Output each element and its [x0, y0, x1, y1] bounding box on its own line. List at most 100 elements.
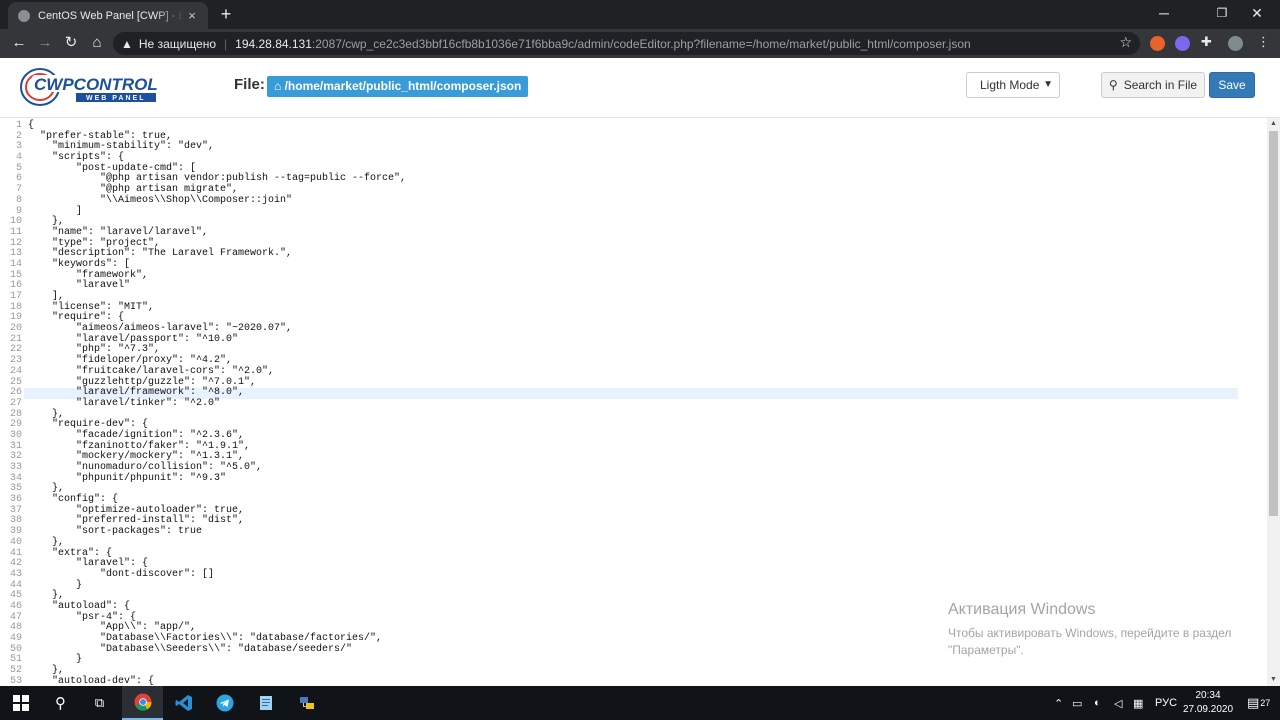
code-line[interactable]: "name": "laravel/laravel",: [28, 227, 1238, 239]
save-button[interactable]: Save: [1209, 72, 1255, 98]
avatar[interactable]: [1228, 36, 1243, 51]
taskbar-clock[interactable]: 20:34 27.09.2020: [1180, 689, 1236, 717]
code-line[interactable]: "description": "The Laravel Framework.",: [28, 249, 1238, 260]
clock-time: 20:34: [1195, 690, 1221, 701]
code-line[interactable]: "preferred-install": "dist",: [28, 516, 1238, 527]
code-line[interactable]: "laravel/tinker": "^2.0": [28, 398, 1238, 410]
editor-vertical-scrollbar[interactable]: ▲ ▼: [1267, 118, 1280, 686]
notification-count: 27: [1260, 698, 1271, 708]
close-window-icon[interactable]: ✕: [1234, 0, 1280, 29]
code-line[interactable]: "minimum-stability": "dev",: [28, 142, 1238, 153]
line-number-gutter: 1 2 3 4 5 6 7 8 9 10 11 12 13 14 15 16 17 18 19 20 21 22 23 24 2…: [0, 120, 22, 686]
task-view-icon[interactable]: ⧉: [79, 686, 120, 720]
code-line[interactable]: },: [28, 537, 1238, 549]
code-line[interactable]: "dont-discover": []: [28, 569, 1238, 581]
theme-mode-select[interactable]: Ligth Mode ▼: [966, 72, 1060, 98]
keyboard-icon[interactable]: ▦: [1133, 686, 1143, 720]
line-number: 27: [9, 397, 22, 409]
code-line[interactable]: "laravel/passport": "^10.0": [28, 334, 1238, 346]
chrome-icon[interactable]: [122, 686, 163, 720]
line-number: 8: [15, 194, 22, 206]
close-tab-icon[interactable]: ×: [184, 8, 200, 23]
telegram-icon[interactable]: [204, 686, 245, 720]
menu-icon[interactable]: ⋮: [1257, 34, 1272, 49]
code-line[interactable]: "extra": {: [28, 548, 1238, 560]
scrollbar-thumb[interactable]: [1269, 131, 1278, 516]
puzzle-icon[interactable]: ✚: [1201, 34, 1216, 49]
search-icon[interactable]: ⚲: [40, 686, 81, 720]
network-icon[interactable]: ▭: [1072, 686, 1082, 720]
code-line[interactable]: },: [28, 665, 1238, 677]
code-line[interactable]: "license": "MIT",: [28, 302, 1238, 314]
search-in-file-button[interactable]: ⚲ Search in File: [1101, 72, 1205, 98]
line-number: 43: [9, 568, 22, 580]
extension-icon[interactable]: [1150, 36, 1165, 51]
search-icon: ⚲: [1108, 78, 1118, 92]
url-path: :2087/cwp_ce2c3ed3bbf16cfb8b1036e71f6bba…: [311, 36, 971, 51]
code-line[interactable]: "phpunit/phpunit": "^9.3": [28, 473, 1238, 485]
file-path-badge: ⌂ /home/market/public_html/composer.json: [267, 76, 529, 97]
clock-date: 27.09.2020: [1182, 704, 1234, 715]
tray-app-icon[interactable]: ◐: [1094, 686, 1101, 720]
volume-icon[interactable]: ◁: [1114, 686, 1122, 720]
notifications-icon[interactable]: ▤ 27: [1247, 686, 1270, 720]
windows-taskbar: ⚲ ⧉ ⌃ ▭ ◐ ◁ ▦ РУС 20:34 27.09.2020 ▤ 27: [0, 686, 1280, 720]
code-line[interactable]: {: [28, 120, 1238, 132]
tab-title: CentOS Web Panel [CWP] - Editor: [38, 9, 184, 22]
search-in-file-label: Search in File: [1123, 78, 1198, 92]
extension-icon[interactable]: [1175, 36, 1190, 51]
windows-activation-watermark: Активация Windows Чтобы активировать Win…: [948, 601, 1231, 659]
minimize-icon[interactable]: ─: [1141, 0, 1187, 29]
code-line[interactable]: },: [28, 216, 1238, 228]
watermark-title: Активация Windows: [948, 601, 1096, 618]
address-bar[interactable]: ▲ Не защищено | 194.28.84.131 :2087/cwp_…: [113, 32, 1140, 55]
vscode-icon[interactable]: [163, 686, 204, 720]
file-label: File:: [234, 76, 265, 93]
scroll-down-icon[interactable]: ▼: [1267, 674, 1280, 686]
forward-icon[interactable]: →: [34, 32, 56, 54]
logo-text: CWPCONTROL: [34, 75, 158, 94]
code-line[interactable]: ],: [28, 291, 1238, 303]
code-line[interactable]: "framework",: [28, 270, 1238, 282]
scroll-up-icon[interactable]: ▲: [1267, 118, 1280, 130]
code-line[interactable]: "\\Aimeos\\Shop\\Composer::join": [28, 195, 1238, 207]
bookmark-star-icon[interactable]: ☆: [1119, 34, 1132, 51]
file-path-text: /home/market/public_html/composer.json: [284, 79, 522, 93]
line-number: 53: [9, 675, 22, 686]
watermark-line: "Параметры".: [948, 643, 1024, 657]
show-hidden-icons-icon[interactable]: ⌃: [1054, 686, 1063, 720]
code-line[interactable]: "keywords": [: [28, 259, 1238, 271]
home-icon[interactable]: ⌂: [86, 32, 108, 54]
start-windows-icon[interactable]: [0, 686, 41, 720]
code-line[interactable]: },: [28, 409, 1238, 421]
code-line[interactable]: "fruitcake/laravel-cors": "^2.0",: [28, 366, 1238, 378]
new-tab-button[interactable]: +: [215, 3, 237, 25]
code-line[interactable]: "autoload-dev": {: [28, 676, 1238, 686]
reload-icon[interactable]: ↻: [60, 32, 82, 54]
line-number: 24: [9, 365, 22, 377]
theme-mode-value: Ligth Mode: [980, 78, 1040, 92]
cwp-logo: CWPCONTROL WEB PANEL: [20, 68, 158, 106]
watermark-line: Чтобы активировать Windows, перейдите в …: [948, 626, 1232, 640]
home-icon: ⌂: [274, 79, 282, 93]
not-secure-label: Не защищено: [138, 36, 217, 51]
code-line[interactable]: "laravel": [28, 281, 1238, 292]
code-line[interactable]: ]: [28, 206, 1238, 218]
code-line[interactable]: "scripts": {: [28, 152, 1238, 164]
back-icon[interactable]: ←: [8, 32, 30, 54]
network-app-icon[interactable]: [286, 686, 327, 720]
notepad-icon[interactable]: [245, 686, 286, 720]
line-number: 40: [9, 536, 22, 548]
browser-tab[interactable]: CentOS Web Panel [CWP] - Editor ×: [8, 2, 208, 29]
language-indicator[interactable]: РУС: [1155, 686, 1177, 720]
browser-toolbar: ← → ↻ ⌂ ▲ Не защищено | 194.28.84.131 :2…: [0, 29, 1280, 58]
code-line[interactable]: "sort-packages": true: [28, 526, 1238, 538]
browser-tab-bar: CentOS Web Panel [CWP] - Editor × + ─ ❐ …: [0, 0, 1280, 29]
url-host: 194.28.84.131: [235, 36, 312, 51]
code-line[interactable]: }: [28, 580, 1238, 592]
tab-favicon-icon: [18, 9, 30, 22]
line-number: 11: [9, 226, 22, 238]
chevron-down-icon: ▼: [1043, 79, 1053, 90]
warning-icon: ▲: [121, 36, 133, 51]
code-line[interactable]: },: [28, 484, 1238, 495]
